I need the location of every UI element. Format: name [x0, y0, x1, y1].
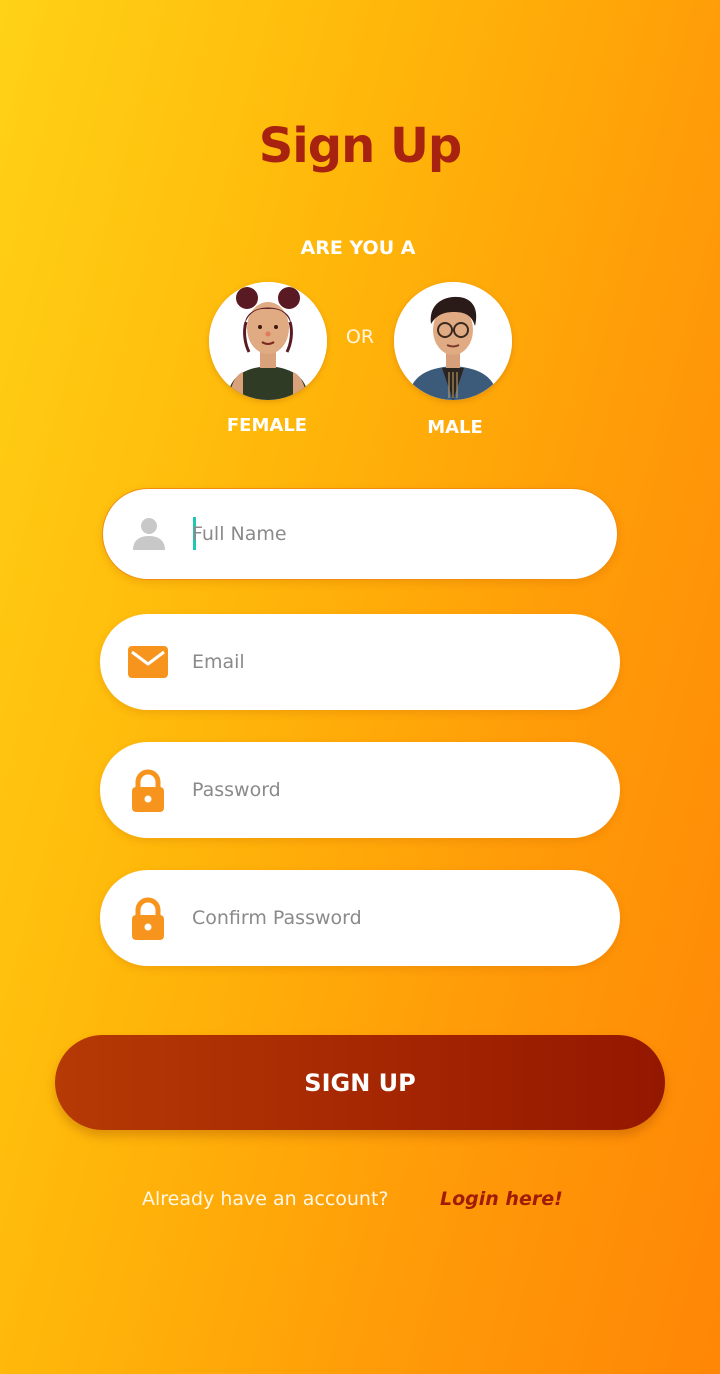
full-name-input[interactable] — [192, 489, 592, 579]
male-avatar-icon — [394, 282, 512, 400]
gender-question: ARE YOU A — [300, 237, 416, 259]
already-have-account-text: Already have an account? — [142, 1188, 389, 1210]
female-avatar-button[interactable] — [209, 282, 327, 400]
lock-icon — [132, 769, 164, 812]
full-name-field[interactable] — [102, 488, 618, 580]
or-label: OR — [345, 326, 375, 348]
page-title: Sign Up — [258, 118, 463, 174]
confirm-password-field[interactable] — [100, 870, 620, 966]
confirm-password-input[interactable] — [192, 870, 592, 966]
email-field[interactable] — [100, 614, 620, 710]
male-avatar-button[interactable] — [394, 282, 512, 400]
login-link[interactable]: Login here! — [440, 1188, 563, 1210]
password-input[interactable] — [192, 742, 592, 838]
male-label[interactable]: MALE — [385, 417, 525, 438]
email-input[interactable] — [192, 614, 592, 710]
person-icon — [133, 518, 165, 550]
sign-up-button[interactable]: SIGN UP — [55, 1035, 665, 1130]
lock-icon — [132, 897, 164, 940]
mail-icon — [128, 646, 168, 678]
password-field[interactable] — [100, 742, 620, 838]
female-label[interactable]: FEMALE — [197, 415, 337, 436]
female-avatar-icon — [209, 282, 327, 400]
